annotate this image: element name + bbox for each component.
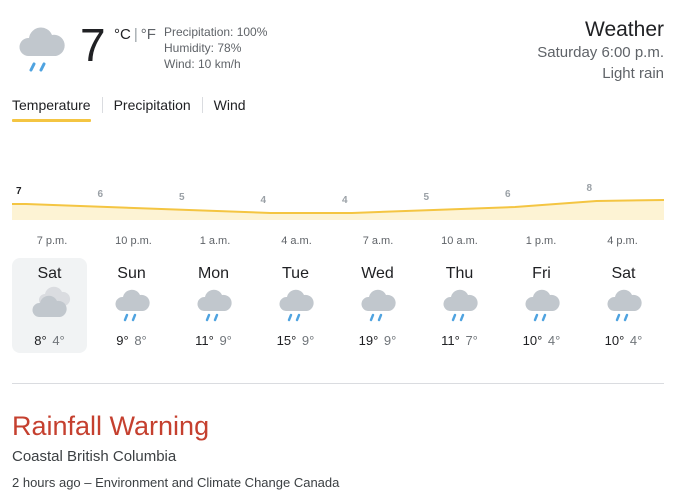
low-temp: 9° xyxy=(301,333,315,348)
high-temp: 10° xyxy=(522,333,543,348)
partly-cloudy-icon xyxy=(32,286,71,317)
forecast-day[interactable]: Fri 10° 4° xyxy=(504,258,579,353)
page-title: Weather xyxy=(585,18,664,41)
cloud-rain-icon xyxy=(443,289,478,322)
hour-label: 1 a.m. xyxy=(200,235,231,247)
tab-precipitation[interactable]: Precipitation xyxy=(114,96,191,122)
low-temp: 4° xyxy=(629,333,643,348)
current-temperature: 7 xyxy=(80,19,106,71)
celsius-toggle[interactable]: °C xyxy=(114,26,131,43)
unit-separator: | xyxy=(133,26,138,43)
temperature-value-label: 8 xyxy=(587,183,593,194)
temperature-value-label: 6 xyxy=(505,189,511,200)
cloud-rain-icon xyxy=(607,289,642,322)
hour-label: 4 a.m. xyxy=(281,235,312,247)
high-temp: 11° xyxy=(195,333,214,348)
day-temps: 9° 8° xyxy=(94,333,169,348)
day-temps: 11° 7° xyxy=(422,333,497,348)
hour-label: 1 p.m. xyxy=(526,235,557,247)
tab-divider xyxy=(201,97,203,113)
temperature-chart: 7 6 5 4 4 5 6 8 7 p.m. 10 p.m. 1 a.m. 4 a.m. 7 a.m. 1… xyxy=(12,183,665,247)
day-name: Thu xyxy=(445,265,474,282)
alert-source: 2 hours ago – Environment and Climate Ch… xyxy=(12,475,340,490)
forecast-day[interactable]: Sat 8° 4° xyxy=(12,258,87,353)
forecast-day[interactable]: Thu 11° 7° xyxy=(422,258,497,353)
temperature-value-label: 5 xyxy=(424,192,430,203)
temperature-value-label: 4 xyxy=(342,195,348,206)
day-temps: 10° 4° xyxy=(586,333,661,348)
temperature-value-label: 7 xyxy=(16,186,22,197)
day-temps: 11° 9° xyxy=(176,333,251,348)
fahrenheit-toggle[interactable]: °F xyxy=(141,26,156,43)
weather-alert: Rainfall Warning Coastal British Columbi… xyxy=(12,410,339,492)
cloud-rain-icon xyxy=(19,27,65,72)
day-name: Sat xyxy=(611,265,636,282)
day-name: Fri xyxy=(532,265,551,282)
hour-label: 7 a.m. xyxy=(363,235,394,247)
tab-bar: Temperature Precipitation Wind xyxy=(12,96,246,124)
cloud-rain-icon xyxy=(525,289,560,322)
high-temp: 19° xyxy=(358,333,379,348)
alert-region: Coastal British Columbia xyxy=(12,448,177,465)
hour-label: 10 p.m. xyxy=(115,235,152,247)
daily-forecast: Sat 8° 4° Sun 9° 8° Mon 11° 9° Tue 15° 9… xyxy=(12,258,664,354)
hour-label: 10 a.m. xyxy=(441,235,478,247)
day-name: Sun xyxy=(117,265,146,282)
forecast-day[interactable]: Wed 19° 9° xyxy=(340,258,415,353)
day-name: Tue xyxy=(282,265,309,282)
humidity-detail: Humidity: 78% xyxy=(164,41,242,55)
datetime: Saturday 6:00 p.m. xyxy=(537,44,664,61)
weather-header: Weather Saturday 6:00 p.m. Light rain xyxy=(537,18,664,84)
cloud-rain-icon xyxy=(197,289,232,322)
low-temp: 4° xyxy=(52,333,65,348)
tab-wind[interactable]: Wind xyxy=(214,96,246,122)
day-temps: 19° 9° xyxy=(340,333,415,348)
day-temps: 8° 4° xyxy=(12,333,87,348)
high-temp: 9° xyxy=(116,333,129,348)
temperature-value-label: 4 xyxy=(261,195,267,206)
unit-toggle: °C | °F xyxy=(114,26,156,43)
forecast-day[interactable]: Mon 11° 9° xyxy=(176,258,251,353)
day-name: Sat xyxy=(37,265,62,282)
day-temps: 15° 9° xyxy=(258,333,333,348)
low-temp: 4° xyxy=(547,333,561,348)
tab-divider xyxy=(101,97,103,113)
cloud-rain-icon xyxy=(279,289,314,322)
high-temp: 11° xyxy=(441,333,460,348)
day-temps: 10° 4° xyxy=(504,333,579,348)
forecast-day[interactable]: Sun 9° 8° xyxy=(94,258,169,353)
day-name: Wed xyxy=(361,265,394,282)
cloud-rain-icon xyxy=(115,289,150,322)
hour-label: 4 p.m. xyxy=(607,235,638,247)
forecast-day[interactable]: Sat 10° 4° xyxy=(586,258,661,353)
forecast-day[interactable]: Tue 15° 9° xyxy=(258,258,333,353)
divider xyxy=(12,383,664,384)
hour-label: 7 p.m. xyxy=(37,235,68,247)
low-temp: 9° xyxy=(383,333,397,348)
tab-temperature[interactable]: Temperature xyxy=(12,96,91,122)
high-temp: 8° xyxy=(34,333,47,348)
low-temp: 7° xyxy=(465,333,478,348)
condition: Light rain xyxy=(602,65,664,82)
low-temp: 8° xyxy=(134,333,147,348)
temperature-value-label: 5 xyxy=(179,192,185,203)
high-temp: 10° xyxy=(604,333,625,348)
precipitation-detail: Precipitation: 100% xyxy=(164,25,268,39)
high-temp: 15° xyxy=(276,333,297,348)
cloud-rain-icon xyxy=(361,289,396,322)
temperature-value-label: 6 xyxy=(98,189,104,200)
alert-title[interactable]: Rainfall Warning xyxy=(12,410,339,442)
wind-detail: Wind: 10 km/h xyxy=(164,57,241,71)
low-temp: 9° xyxy=(219,333,232,348)
day-name: Mon xyxy=(197,265,230,282)
current-details: Precipitation: 100% Humidity: 78% Wind: … xyxy=(164,24,267,72)
